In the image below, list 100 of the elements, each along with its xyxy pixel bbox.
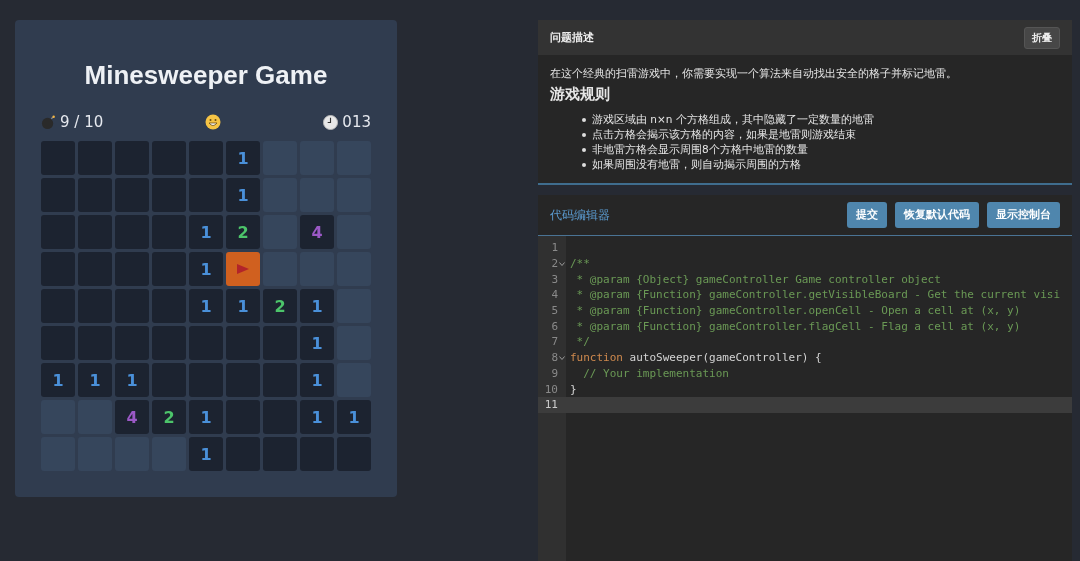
revealed-cell[interactable] — [152, 289, 186, 323]
revealed-cell[interactable]: 1 — [300, 326, 334, 360]
revealed-cell[interactable]: 1 — [115, 363, 149, 397]
revealed-cell[interactable] — [152, 141, 186, 175]
mine-count: 1 — [311, 333, 323, 353]
revealed-cell[interactable]: 4 — [300, 215, 334, 249]
mine-count: 1 — [237, 148, 249, 168]
mine-count: 1 — [311, 407, 323, 427]
mine-count: 1 — [200, 222, 212, 242]
revealed-cell[interactable] — [226, 400, 260, 434]
bullet-icon — [582, 163, 586, 167]
smiley-icon[interactable] — [205, 114, 222, 130]
revealed-cell[interactable]: 1 — [189, 215, 223, 249]
timer: 013 — [342, 113, 371, 131]
revealed-cell[interactable]: 1 — [300, 363, 334, 397]
revealed-cell[interactable]: 1 — [189, 437, 223, 471]
bullet-icon — [582, 148, 586, 152]
revealed-cell[interactable] — [152, 252, 186, 286]
toolbar-button[interactable]: 提交 — [847, 202, 887, 228]
code-line: * @param {Function} gameController.getVisibleBoard - Get the current visi — [575, 288, 1061, 302]
revealed-cell[interactable] — [226, 326, 260, 360]
revealed-cell[interactable]: 2 — [152, 400, 186, 434]
mine-count: 1 — [89, 370, 101, 390]
revealed-cell[interactable] — [152, 178, 186, 212]
revealed-cell[interactable]: 1 — [226, 289, 260, 323]
revealed-cell[interactable] — [115, 252, 149, 286]
revealed-cell[interactable] — [78, 252, 112, 286]
toolbar-button[interactable]: 恢复默认代码 — [895, 202, 979, 228]
revealed-cell[interactable] — [300, 437, 334, 471]
line-number: 1 — [550, 241, 558, 255]
revealed-cell[interactable]: 1 — [300, 289, 334, 323]
revealed-cell[interactable]: 1 — [78, 363, 112, 397]
revealed-cell[interactable] — [115, 178, 149, 212]
revealed-cell[interactable] — [41, 289, 75, 323]
revealed-cell[interactable] — [337, 437, 371, 471]
revealed-cell[interactable] — [115, 326, 149, 360]
revealed-cell[interactable] — [41, 215, 75, 249]
revealed-cell[interactable] — [189, 326, 223, 360]
revealed-cell[interactable] — [263, 437, 297, 471]
revealed-cell[interactable] — [78, 141, 112, 175]
revealed-cell[interactable] — [189, 141, 223, 175]
revealed-cell[interactable] — [115, 289, 149, 323]
line-number: 10 — [543, 382, 558, 396]
mine-count: 1 — [200, 444, 212, 464]
revealed-cell[interactable] — [152, 326, 186, 360]
revealed-cell[interactable] — [41, 178, 75, 212]
mine-count: 1 — [200, 259, 212, 279]
clock-icon — [323, 114, 339, 130]
revealed-cell[interactable] — [152, 215, 186, 249]
code-line: /** — [569, 257, 590, 271]
revealed-cell[interactable] — [226, 363, 260, 397]
mine-count: 1 — [126, 370, 138, 390]
revealed-cell[interactable] — [263, 326, 297, 360]
revealed-cell[interactable] — [41, 141, 75, 175]
line-number: 2 — [550, 257, 558, 271]
revealed-cell[interactable] — [189, 363, 223, 397]
revealed-cell[interactable] — [152, 363, 186, 397]
revealed-cell[interactable] — [78, 289, 112, 323]
revealed-cell[interactable] — [41, 252, 75, 286]
revealed-cell[interactable]: 4 — [115, 400, 149, 434]
revealed-cell[interactable] — [115, 215, 149, 249]
collapse-button[interactable]: 折叠 — [1024, 26, 1060, 49]
code-line: function autoSweeper(gameController) { — [569, 351, 822, 365]
flagged-cell[interactable] — [226, 252, 260, 286]
revealed-cell[interactable]: 2 — [263, 289, 297, 323]
mine-count: 1 — [348, 407, 360, 427]
revealed-cell[interactable] — [226, 437, 260, 471]
rules-heading: 游戏规则 — [550, 85, 611, 104]
rule-text: 非地雷方格会显示周围8个方格中地雷的数量 — [592, 142, 808, 157]
revealed-cell[interactable]: 1 — [41, 363, 75, 397]
code-line: * @param {Function} gameController.openCell - Open a cell at (x, y) — [575, 304, 1021, 318]
revealed-cell[interactable] — [263, 363, 297, 397]
revealed-cell[interactable] — [41, 326, 75, 360]
revealed-cell[interactable]: 1 — [189, 289, 223, 323]
revealed-cell[interactable] — [78, 178, 112, 212]
line-number: 9 — [550, 366, 558, 380]
revealed-cell[interactable] — [78, 215, 112, 249]
revealed-cell[interactable] — [189, 178, 223, 212]
revealed-cell[interactable]: 1 — [189, 400, 223, 434]
line-number: 5 — [550, 304, 558, 318]
mine-count: 2 — [274, 296, 286, 316]
code-line: * @param {Object} gameController Game controller object — [575, 272, 941, 286]
revealed-cell[interactable]: 1 — [337, 400, 371, 434]
revealed-cell[interactable]: 1 — [189, 252, 223, 286]
revealed-cell[interactable]: 1 — [300, 400, 334, 434]
fold-icon[interactable] — [559, 355, 565, 360]
fold-icon[interactable] — [559, 261, 565, 266]
revealed-cell[interactable]: 1 — [226, 178, 260, 212]
mine-count: 4 — [126, 407, 138, 427]
revealed-cell[interactable] — [115, 141, 149, 175]
revealed-cell[interactable]: 2 — [226, 215, 260, 249]
mine-count: 4 — [311, 222, 323, 242]
revealed-cell[interactable] — [78, 326, 112, 360]
toolbar-button[interactable]: 显示控制台 — [987, 202, 1060, 228]
revealed-cell[interactable] — [263, 400, 297, 434]
mine-count: 1 — [237, 296, 249, 316]
mine-counter: 9 / 10 — [60, 113, 104, 131]
revealed-cell[interactable]: 1 — [226, 141, 260, 175]
mine-count: 1 — [311, 296, 323, 316]
bullet-icon — [582, 118, 586, 122]
